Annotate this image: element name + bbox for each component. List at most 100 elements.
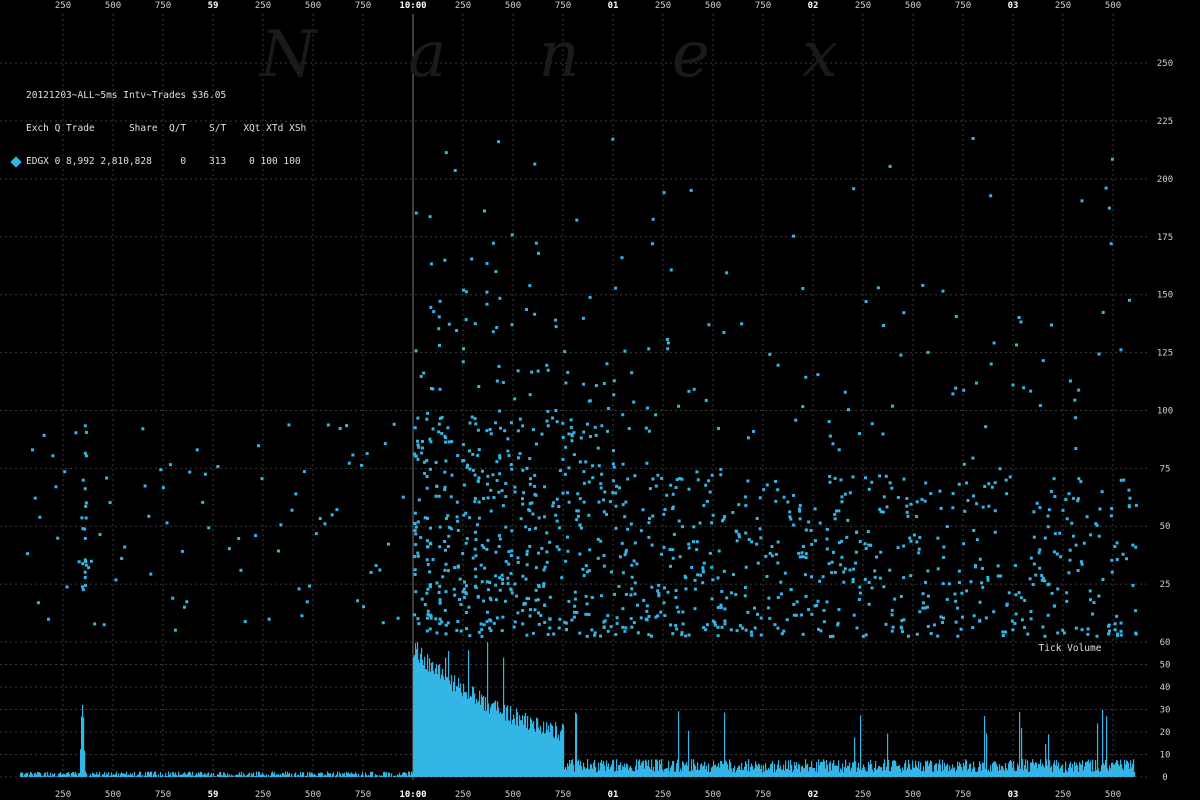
scatter-point — [890, 613, 894, 617]
scatter-point — [485, 302, 489, 306]
scatter-point — [443, 540, 447, 544]
scatter-point — [1092, 601, 1096, 605]
scatter-point — [623, 629, 627, 633]
scatter-point — [471, 468, 475, 472]
scatter-point — [444, 516, 448, 520]
scatter-point — [881, 324, 885, 328]
scatter-point — [893, 597, 897, 601]
scatter-point — [656, 614, 660, 618]
scatter-point — [1104, 186, 1108, 190]
scatter-point — [84, 516, 88, 520]
scatter-point — [1074, 543, 1078, 547]
volume-bar — [156, 775, 158, 777]
scatter-point — [476, 479, 480, 483]
scatter-point — [446, 514, 450, 518]
scatter-point — [614, 526, 618, 530]
scatter-point — [656, 589, 660, 593]
scatter-point — [870, 480, 874, 484]
scatter-point — [614, 504, 618, 508]
scatter-point — [518, 417, 522, 421]
scatter-point — [257, 444, 261, 448]
scatter-point — [810, 575, 814, 579]
scatter-point — [941, 621, 945, 625]
scatter-point — [629, 617, 633, 621]
scatter-point — [654, 413, 658, 417]
scatter-point — [521, 468, 525, 472]
scatter-point — [84, 504, 88, 508]
scatter-point — [1041, 359, 1045, 363]
scatter-point — [455, 628, 459, 632]
scatter-point — [84, 559, 88, 563]
scatter-point — [87, 566, 91, 570]
scatter-point — [965, 589, 969, 593]
scatter-point — [1067, 571, 1071, 575]
scatter-point — [843, 492, 847, 496]
scatter-point — [323, 522, 327, 526]
scatter-point — [584, 460, 588, 464]
scatter-point — [1074, 447, 1078, 451]
scatter-point — [444, 562, 448, 566]
scatter-point — [1062, 631, 1066, 635]
scatter-point — [551, 416, 555, 420]
scatter-point — [1064, 497, 1068, 501]
scatter-point — [750, 540, 754, 544]
scatter-point — [486, 496, 490, 500]
scatter-point — [978, 600, 982, 604]
scatter-point — [576, 492, 580, 496]
scatter-point — [585, 602, 589, 606]
scatter-point — [972, 614, 976, 618]
scatter-point — [1032, 535, 1036, 539]
x-tick-label: 250 — [455, 790, 471, 800]
scatter-point — [662, 601, 666, 605]
scatter-point — [443, 608, 447, 612]
scatter-point — [782, 629, 786, 633]
scatter-point — [495, 479, 499, 483]
scatter-point — [84, 454, 88, 458]
scatter-point — [681, 610, 685, 614]
scatter-point — [789, 517, 793, 521]
scatter-point — [464, 592, 468, 596]
scatter-point — [444, 459, 448, 463]
scatter-point — [413, 426, 417, 430]
scatter-point — [602, 554, 606, 558]
scatter-point — [464, 318, 468, 322]
scatter-point — [798, 504, 802, 508]
scatter-point — [1034, 573, 1038, 577]
x-tick-label: 250 — [855, 790, 871, 800]
scatter-point — [473, 496, 477, 500]
scatter-point — [723, 607, 727, 611]
scatter-point — [731, 573, 735, 577]
volume-bar — [678, 711, 680, 777]
scatter-point — [482, 599, 486, 603]
scatter-point — [425, 558, 429, 562]
scatter-point — [414, 525, 418, 529]
scatter-point — [647, 521, 651, 525]
scatter-point — [891, 625, 895, 629]
scatter-point — [468, 421, 472, 425]
x-tick-label: 750 — [755, 1, 771, 11]
scatter-point — [521, 609, 525, 613]
scatter-point — [867, 580, 871, 584]
x-tick-label: 250 — [255, 1, 271, 11]
scatter-point — [362, 605, 366, 609]
scatter-point — [485, 290, 489, 294]
scatter-point — [936, 634, 940, 638]
scatter-point — [611, 479, 615, 483]
scatter-point — [413, 572, 417, 576]
scatter-point — [833, 570, 837, 574]
scatter-point — [867, 487, 871, 491]
scatter-point — [573, 597, 577, 601]
scatter-point — [954, 386, 958, 390]
scatter-point — [1047, 508, 1051, 512]
scatter-point — [1023, 598, 1027, 602]
scatter-point — [510, 591, 514, 595]
scatter-point — [899, 595, 903, 599]
scatter-point — [1131, 583, 1135, 587]
scatter-point — [609, 570, 613, 574]
scatter-point — [510, 529, 514, 533]
scatter-point — [501, 504, 505, 508]
scatter-point — [831, 442, 835, 446]
scatter-point — [621, 462, 625, 466]
scatter-point — [729, 628, 733, 632]
scatter-point — [456, 528, 460, 532]
